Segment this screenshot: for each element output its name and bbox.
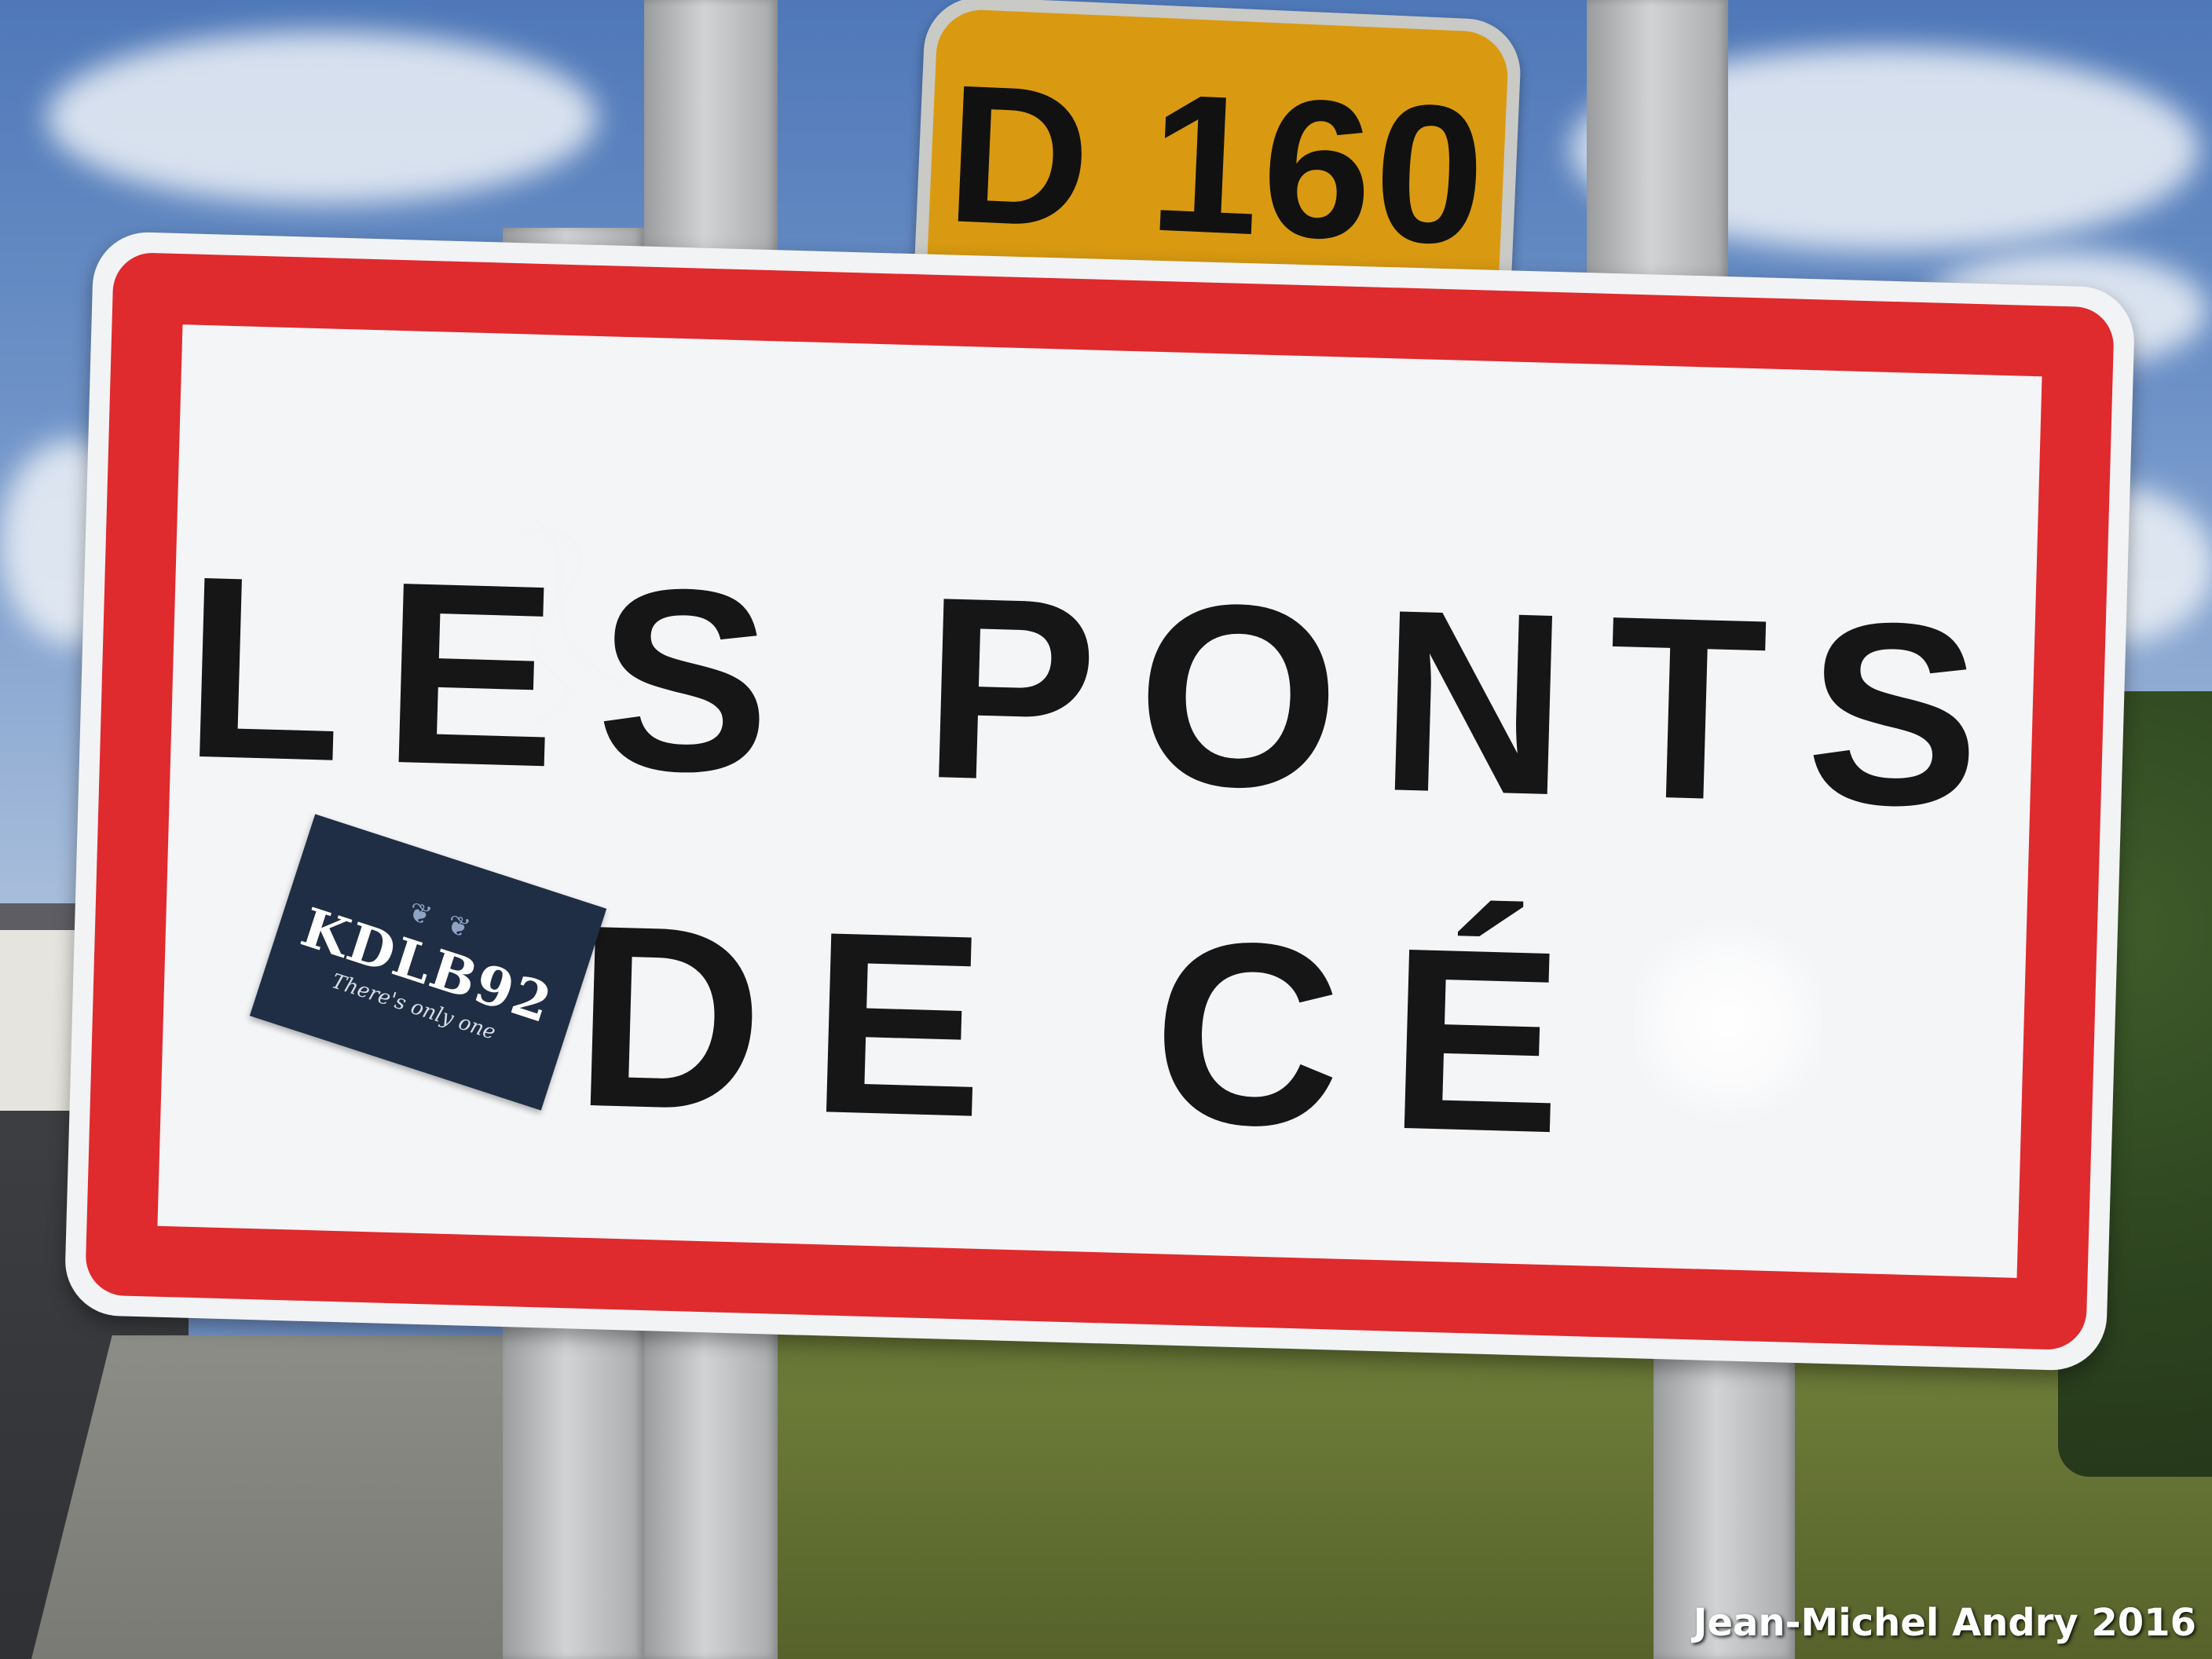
town-sign-red-border: LES PONTS DE CÉ <box>84 251 2115 1351</box>
photo-credit: Jean-Michel Andry 2016 <box>1693 1601 2196 1645</box>
paint-splatter <box>1634 903 1822 1139</box>
route-number-text: D 160 <box>943 43 1492 286</box>
town-name-line-1: LES PONTS <box>181 521 2025 862</box>
scribble-graffiti <box>518 517 622 725</box>
cloud <box>47 31 597 204</box>
town-entry-sign: LES PONTS DE CÉ <box>64 230 2136 1372</box>
